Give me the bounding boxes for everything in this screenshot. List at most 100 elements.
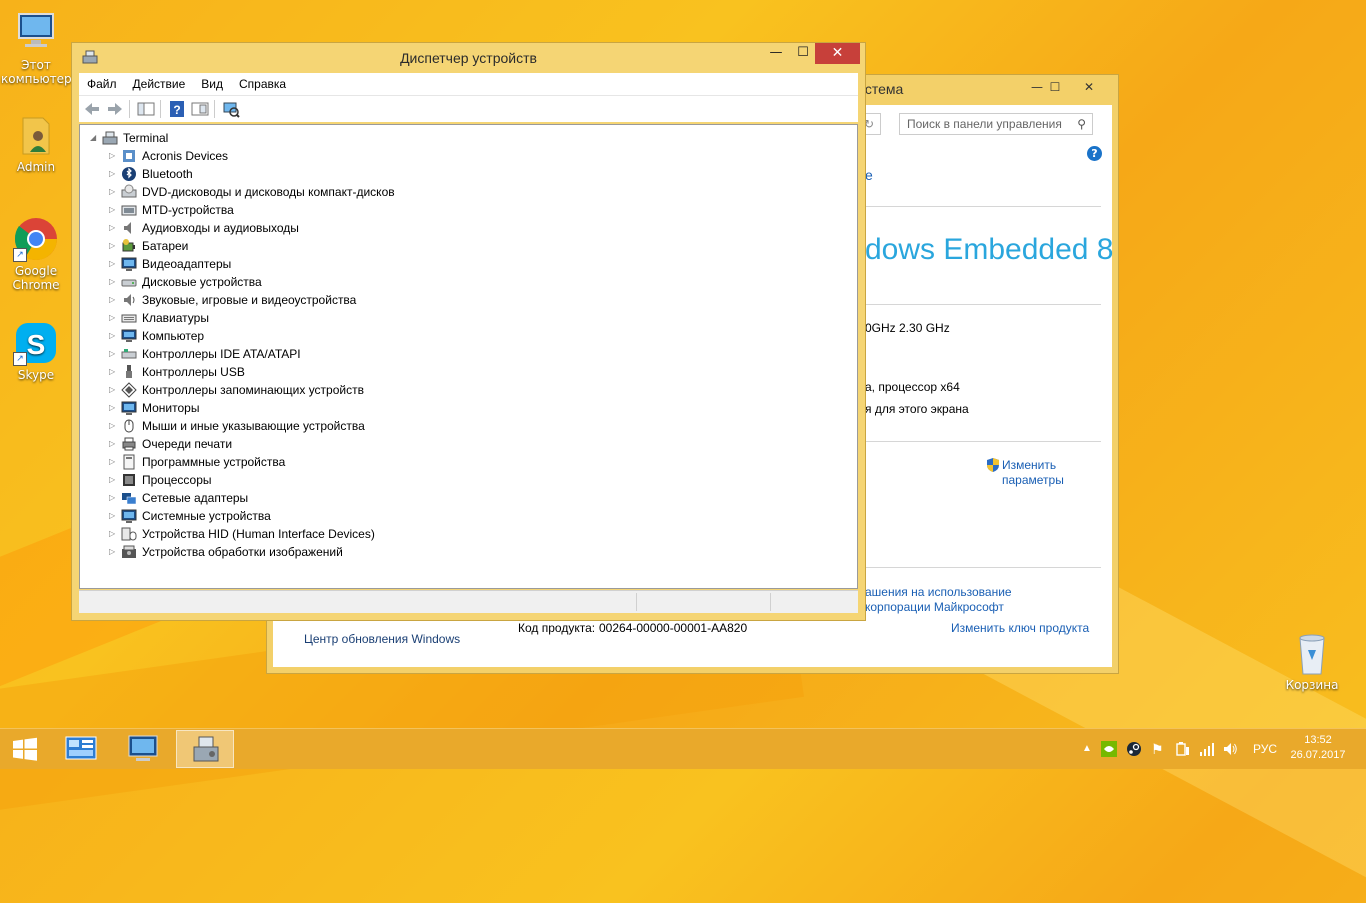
change-product-key-link[interactable]: Изменить ключ продукта: [951, 621, 1089, 635]
status-segment: [770, 593, 771, 611]
desktop-icon-recycle-bin[interactable]: Корзина: [1277, 630, 1347, 692]
start-button[interactable]: [0, 729, 50, 769]
desktop-icon-admin[interactable]: Admin: [1, 112, 71, 174]
expand-arrow-icon[interactable]: ▷: [109, 345, 119, 363]
expand-arrow-icon[interactable]: ▷: [109, 237, 119, 255]
steam-icon[interactable]: [1126, 741, 1142, 757]
desktop-icon-this-pc[interactable]: Этот компьютер: [1, 10, 72, 86]
control-panel-search[interactable]: Поиск в панели управления ⚲: [899, 113, 1093, 135]
user-folder-icon: [13, 112, 59, 158]
partial-heading: е: [865, 167, 873, 183]
taskbar-system[interactable]: [114, 730, 172, 768]
hid-device-icon: [121, 526, 137, 542]
device-category-label: DVD-дисководы и дисководы компакт-дисков: [142, 185, 395, 199]
windows-update-link[interactable]: Центр обновления Windows: [304, 632, 460, 646]
taskbar-clock[interactable]: 13:52 26.07.2017: [1288, 733, 1348, 763]
desktop-icon-chrome[interactable]: ↗ Google Chrome: [1, 216, 71, 292]
desktop-icon-label: Google Chrome: [12, 264, 60, 292]
volume-icon[interactable]: [1222, 741, 1238, 757]
collapse-arrow-icon[interactable]: ◢: [90, 129, 100, 147]
expand-arrow-icon[interactable]: ▷: [109, 417, 119, 435]
show-hide-tree-icon[interactable]: [137, 100, 155, 118]
desktop-icon-label: Этот компьютер: [1, 58, 72, 86]
back-arrow-icon[interactable]: [83, 100, 101, 118]
expand-arrow-icon[interactable]: ▷: [109, 201, 119, 219]
expand-arrow-icon[interactable]: ▷: [109, 489, 119, 507]
sound-device-icon: [121, 292, 137, 308]
menu-view[interactable]: Вид: [193, 73, 231, 95]
taskbar: ▲ ⚑ РУС 13:52 26.07.2017: [0, 728, 1366, 769]
expand-arrow-icon[interactable]: ▷: [109, 273, 119, 291]
print-queue-icon: [121, 436, 137, 452]
device-category-label: Сетевые адаптеры: [142, 491, 249, 505]
menu-action[interactable]: Действие: [125, 73, 194, 95]
device-category-label: Звуковые, игровые и видеоустройства: [142, 293, 357, 307]
expand-arrow-icon[interactable]: ▷: [109, 147, 119, 165]
change-settings-link-line2[interactable]: параметры: [1002, 473, 1064, 487]
storage-controller-icon: [121, 382, 137, 398]
windows-logo-icon: [13, 737, 37, 761]
device-category-label: Очереди печати: [142, 437, 233, 451]
expand-arrow-icon[interactable]: ▷: [109, 327, 119, 345]
expand-arrow-icon[interactable]: ▷: [109, 381, 119, 399]
expand-arrow-icon[interactable]: ▷: [109, 219, 119, 237]
close-button[interactable]: ✕: [1067, 77, 1111, 97]
taskbar-control-panel[interactable]: [52, 730, 110, 768]
expand-arrow-icon[interactable]: ▷: [109, 525, 119, 543]
scan-hardware-icon[interactable]: [222, 100, 240, 118]
recycle-bin-icon: [1289, 630, 1335, 676]
show-hidden-icons[interactable]: ▲: [1082, 729, 1092, 769]
toolbar-separator: [214, 100, 215, 118]
license-link-line2[interactable]: корпорации Майкрософт: [865, 600, 1004, 614]
change-settings-link[interactable]: Изменить: [1002, 458, 1056, 472]
device-category-label: MTD-устройства: [142, 203, 234, 217]
search-icon: ⚲: [1077, 117, 1086, 131]
license-link[interactable]: ашения на использование: [865, 585, 1012, 599]
divider: [857, 441, 1101, 442]
device-tree[interactable]: ◢ Terminal ▷ Acronis Devices ▷ Bluetooth ▷ DV…: [79, 124, 858, 589]
device-manager-window[interactable]: Диспетчер устройств — ☐ ✕ Файл Действие Ви…: [71, 42, 866, 621]
desktop-icon-label: Admin: [16, 160, 56, 174]
expand-arrow-icon[interactable]: ▷: [109, 471, 119, 489]
input-language-indicator[interactable]: РУС: [1253, 729, 1277, 769]
device-category-label: Компьютер: [142, 329, 205, 343]
expand-arrow-icon[interactable]: ▷: [109, 255, 119, 273]
divider: [857, 304, 1101, 305]
computer-icon: [102, 130, 118, 146]
keyboard-icon: [121, 310, 137, 326]
root-label: Terminal: [123, 131, 169, 145]
clock-date: 26.07.2017: [1290, 749, 1346, 761]
expand-arrow-icon[interactable]: ▷: [109, 435, 119, 453]
expand-arrow-icon[interactable]: ▷: [109, 453, 119, 471]
device-manager-titlebar[interactable]: Диспетчер устройств — ☐ ✕: [72, 43, 865, 73]
device-category-label: Дисковые устройства: [142, 275, 262, 289]
properties-icon[interactable]: [191, 100, 209, 118]
expand-arrow-icon[interactable]: ▷: [109, 399, 119, 417]
power-battery-icon[interactable]: [1175, 741, 1191, 757]
help-icon[interactable]: ?: [1087, 146, 1102, 161]
action-center-flag-icon[interactable]: ⚑: [1151, 729, 1164, 769]
expand-arrow-icon[interactable]: ▷: [109, 309, 119, 327]
desktop-icon-skype[interactable]: S ↗ Skype: [1, 320, 71, 382]
usb-controller-icon: [121, 364, 137, 380]
device-category-label: Программные устройства: [142, 455, 286, 469]
maximize-button[interactable]: ☐: [793, 43, 813, 64]
search-placeholder: Поиск в панели управления: [907, 117, 1062, 131]
menu-file[interactable]: Файл: [79, 73, 125, 95]
expand-arrow-icon[interactable]: ▷: [109, 183, 119, 201]
mtd-device-icon: [121, 202, 137, 218]
expand-arrow-icon[interactable]: ▷: [109, 507, 119, 525]
close-button[interactable]: ✕: [815, 43, 860, 64]
expand-arrow-icon[interactable]: ▷: [109, 543, 119, 561]
expand-arrow-icon[interactable]: ▷: [109, 363, 119, 381]
expand-arrow-icon[interactable]: ▷: [109, 165, 119, 183]
expand-arrow-icon[interactable]: ▷: [109, 291, 119, 309]
network-signal-icon[interactable]: [1199, 741, 1215, 757]
nvidia-icon[interactable]: [1101, 741, 1117, 757]
minimize-button[interactable]: —: [766, 43, 786, 64]
acronis-icon: [121, 148, 137, 164]
taskbar-device-manager[interactable]: [176, 730, 234, 768]
forward-arrow-icon[interactable]: [106, 100, 124, 118]
menu-help[interactable]: Справка: [231, 73, 294, 95]
help-icon[interactable]: ?: [168, 100, 186, 118]
